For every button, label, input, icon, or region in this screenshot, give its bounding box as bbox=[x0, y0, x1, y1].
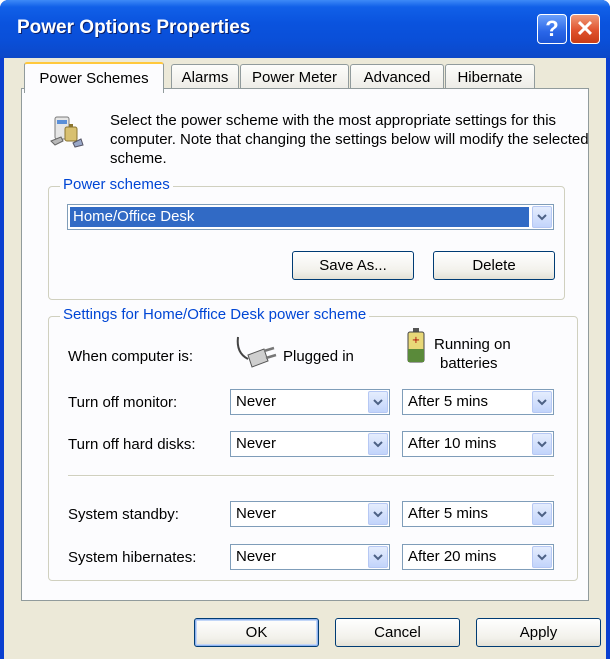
scheme-description: Select the power scheme with the most ap… bbox=[110, 112, 589, 167]
chevron-down-icon[interactable] bbox=[532, 503, 552, 525]
tab-power-schemes[interactable]: Power Schemes bbox=[24, 62, 164, 93]
help-button[interactable]: ? bbox=[537, 14, 567, 44]
apply-button[interactable]: Apply bbox=[476, 618, 601, 647]
chevron-down-icon[interactable] bbox=[368, 433, 388, 455]
plugged-in-label: Plugged in bbox=[283, 348, 354, 365]
hibernate-plugged-select[interactable]: Never bbox=[230, 544, 390, 570]
power-plug-icon bbox=[234, 333, 278, 373]
battery-icon: + bbox=[406, 327, 426, 363]
tab-label: Alarms bbox=[181, 69, 229, 86]
when-computer-is-label: When computer is: bbox=[68, 348, 194, 365]
chevron-down-icon[interactable] bbox=[368, 391, 388, 413]
turn-off-monitor-label: Turn off monitor: bbox=[68, 394, 178, 411]
hard-disks-plugged-select[interactable]: Never bbox=[230, 431, 390, 457]
tab-label: Power Meter bbox=[251, 69, 338, 86]
cancel-button[interactable]: Cancel bbox=[335, 618, 460, 647]
turn-off-hard-disks-label: Turn off hard disks: bbox=[68, 436, 196, 453]
monitor-battery-select[interactable]: After 5 mins bbox=[402, 389, 554, 415]
system-standby-label: System standby: bbox=[68, 506, 179, 523]
select-value: Never bbox=[236, 548, 277, 565]
standby-plugged-select[interactable]: Never bbox=[230, 501, 390, 527]
select-value: After 5 mins bbox=[408, 393, 489, 410]
window-title: Power Options Properties bbox=[17, 17, 251, 38]
tab-label: Power Schemes bbox=[39, 70, 149, 87]
title-bar[interactable]: Power Options Properties ? ✕ bbox=[0, 0, 610, 58]
selected-scheme-value: Home/Office Desk bbox=[73, 208, 195, 225]
tab-power-meter[interactable]: Power Meter bbox=[240, 64, 349, 90]
select-value: Never bbox=[236, 393, 277, 410]
power-options-window: Power Options Properties ? ✕ Power Schem… bbox=[0, 0, 610, 659]
svg-text:+: + bbox=[412, 335, 420, 346]
select-value: Never bbox=[236, 505, 277, 522]
power-schemes-group-label: Power schemes bbox=[60, 176, 173, 193]
delete-button[interactable]: Delete bbox=[433, 251, 555, 280]
select-value: Never bbox=[236, 435, 277, 452]
chevron-down-icon[interactable] bbox=[532, 206, 552, 228]
chevron-down-icon[interactable] bbox=[368, 546, 388, 568]
system-hibernates-label: System hibernates: bbox=[68, 549, 197, 566]
tab-hibernate[interactable]: Hibernate bbox=[445, 64, 535, 90]
tab-advanced[interactable]: Advanced bbox=[350, 64, 444, 90]
running-on-label: Running on bbox=[434, 336, 511, 353]
chevron-down-icon[interactable] bbox=[532, 433, 552, 455]
hibernate-battery-select[interactable]: After 20 mins bbox=[402, 544, 554, 570]
select-value: After 20 mins bbox=[408, 548, 497, 565]
settings-group-label: Settings for Home/Office Desk power sche… bbox=[60, 306, 370, 323]
settings-divider bbox=[68, 475, 554, 477]
save-as-button[interactable]: Save As... bbox=[292, 251, 414, 280]
chevron-down-icon[interactable] bbox=[532, 546, 552, 568]
close-button[interactable]: ✕ bbox=[570, 14, 600, 44]
power-scheme-icon bbox=[47, 111, 87, 151]
select-value: After 10 mins bbox=[408, 435, 497, 452]
select-value: After 5 mins bbox=[408, 505, 489, 522]
tab-label: Advanced bbox=[363, 69, 431, 86]
dialog-client-area: Power Schemes Alarms Power Meter Advance… bbox=[4, 58, 606, 659]
ok-button[interactable]: OK bbox=[194, 618, 319, 647]
tab-panel-power-schemes: Select the power scheme with the most ap… bbox=[21, 88, 589, 601]
tab-alarms[interactable]: Alarms bbox=[171, 64, 239, 90]
tab-label: Hibernate bbox=[457, 69, 523, 86]
chevron-down-icon[interactable] bbox=[368, 503, 388, 525]
standby-battery-select[interactable]: After 5 mins bbox=[402, 501, 554, 527]
chevron-down-icon[interactable] bbox=[532, 391, 552, 413]
batteries-label: batteries bbox=[440, 355, 498, 372]
hard-disks-battery-select[interactable]: After 10 mins bbox=[402, 431, 554, 457]
monitor-plugged-select[interactable]: Never bbox=[230, 389, 390, 415]
power-scheme-select[interactable]: Home/Office Desk bbox=[67, 204, 554, 230]
